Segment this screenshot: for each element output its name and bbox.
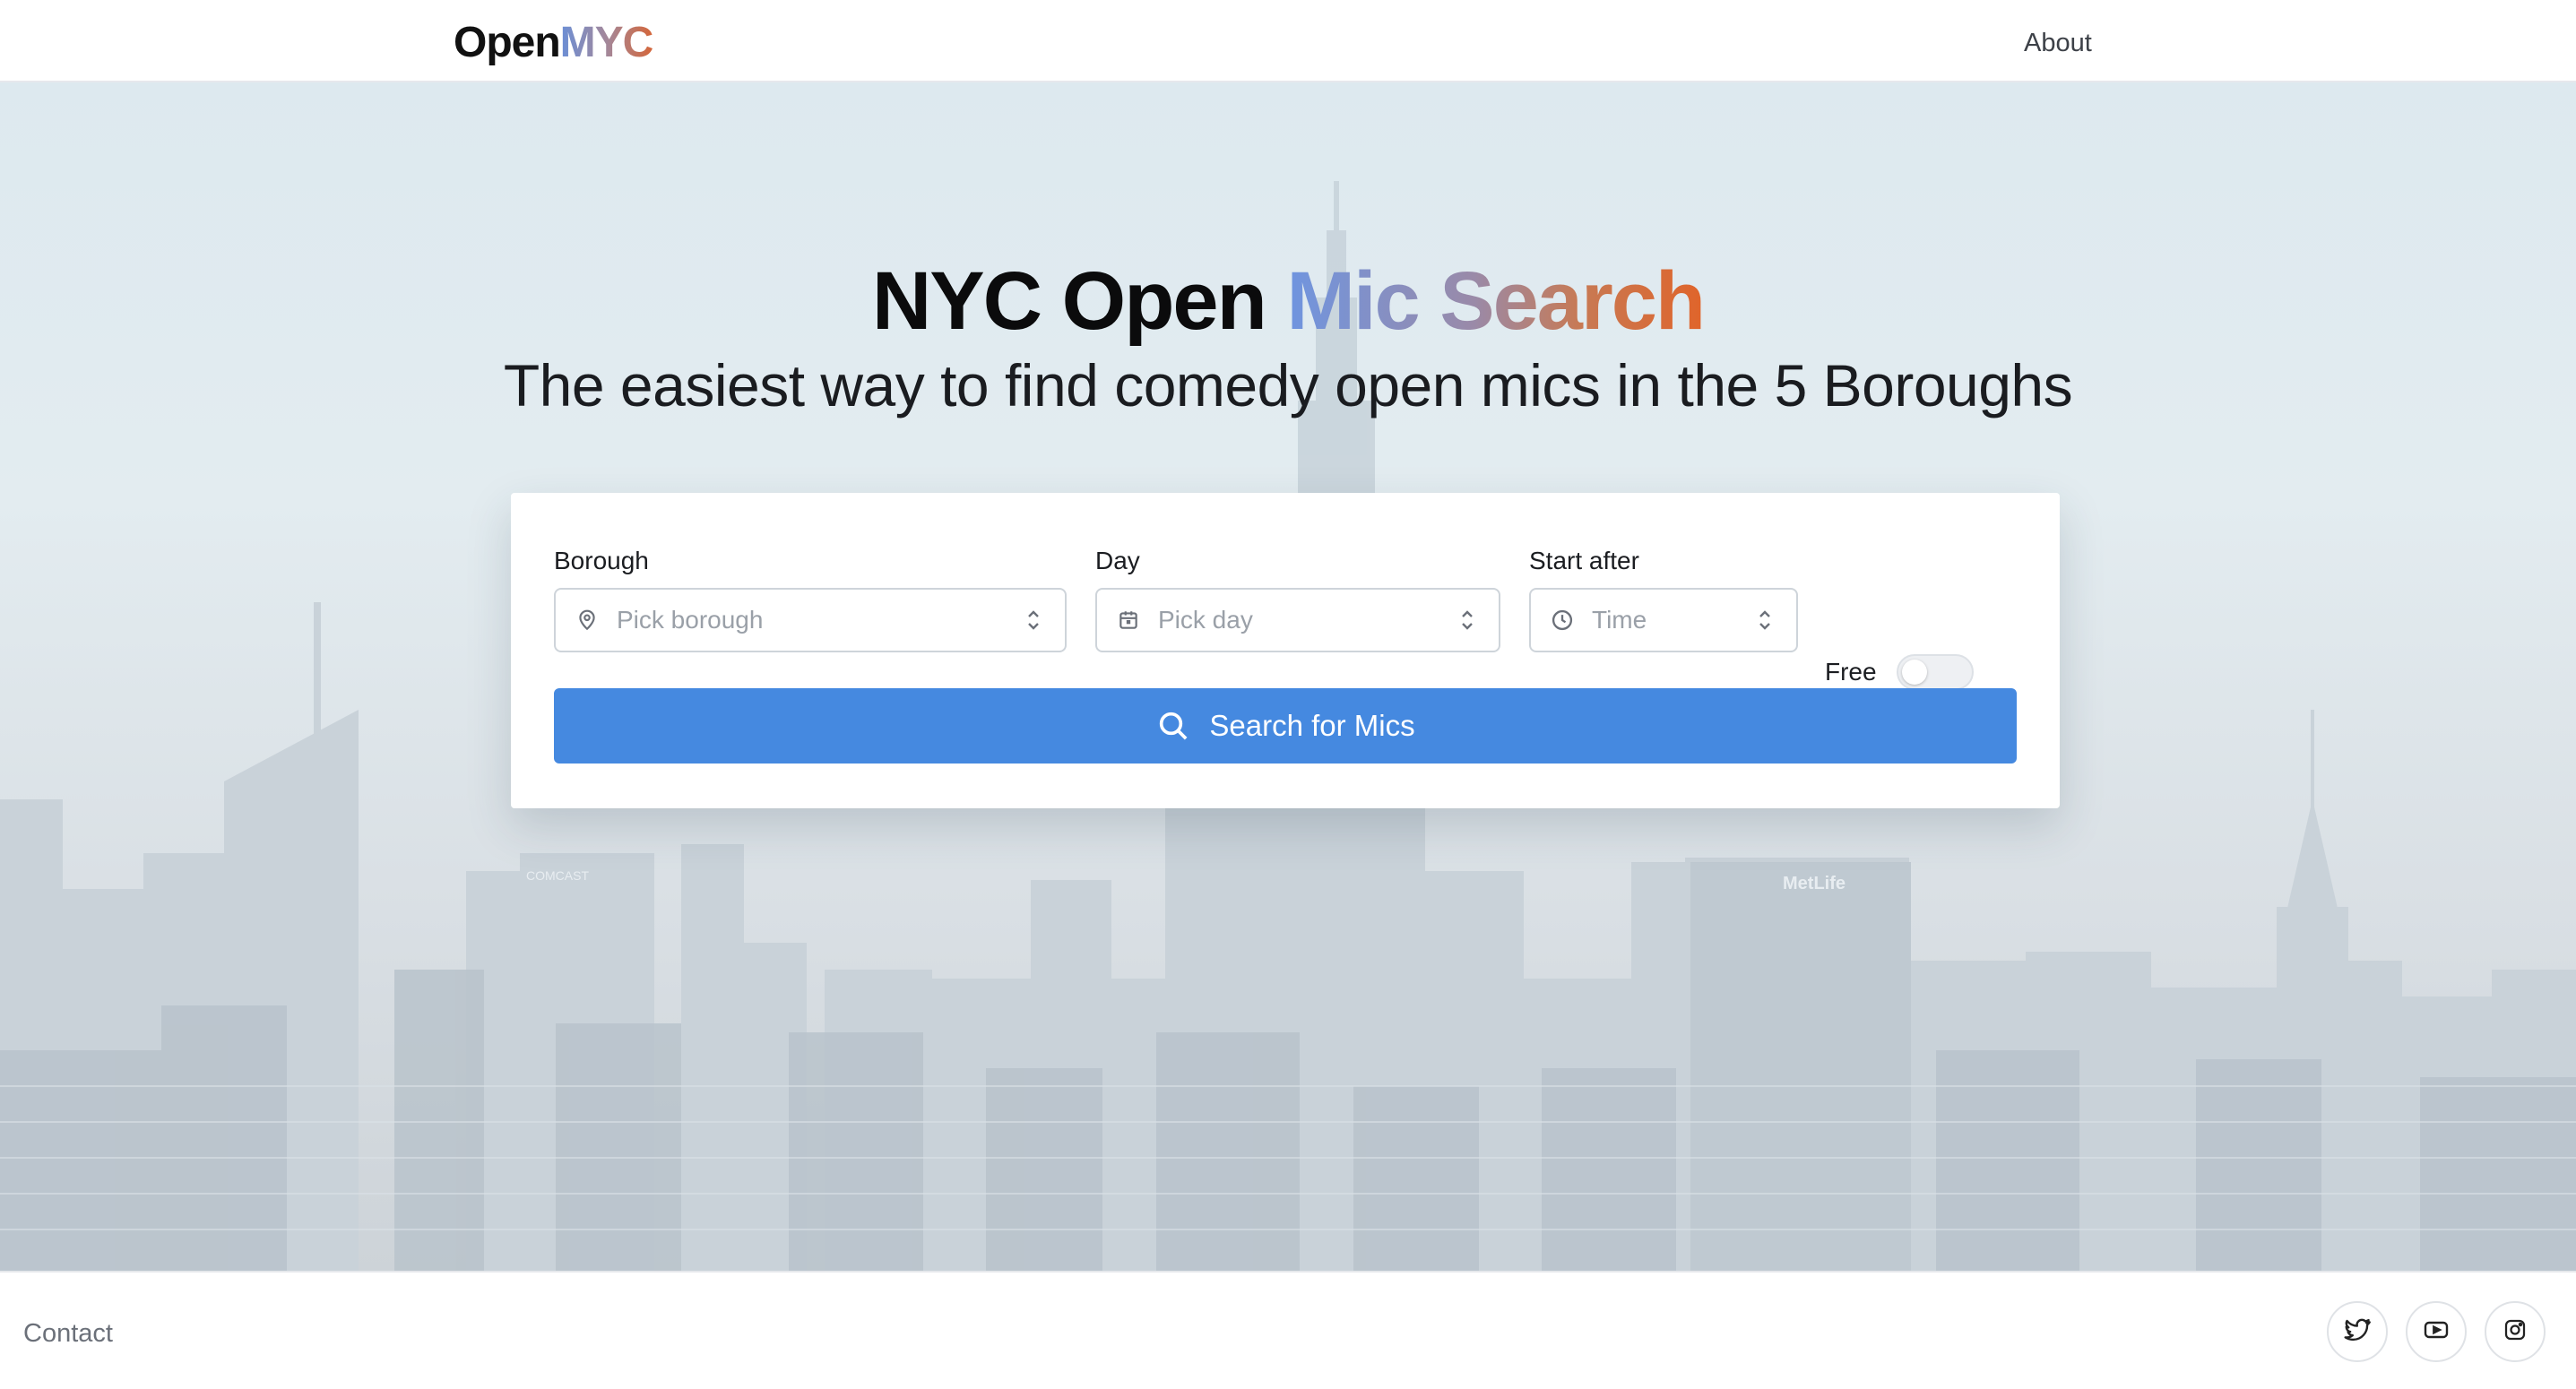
free-label: Free [1825, 658, 1877, 686]
twitter-icon [2343, 1316, 2372, 1349]
site-logo[interactable]: OpenMYC [454, 18, 653, 67]
contact-link[interactable]: Contact [23, 1319, 113, 1349]
hero-title-accent: Mic Search [1286, 255, 1706, 347]
hero-title: NYC Open Mic Search [0, 260, 2576, 342]
logo-prefix: Open [454, 19, 561, 66]
free-toggle[interactable] [1897, 654, 1974, 690]
nav-about-link[interactable]: About [2024, 29, 2092, 58]
day-select[interactable]: Pick day [1095, 588, 1500, 652]
search-icon [1155, 708, 1191, 744]
day-label: Day [1095, 547, 1140, 574]
chevron-updown-icon [1751, 607, 1778, 634]
logo-accent: MYC [559, 19, 654, 66]
footer: Contact [0, 1271, 2576, 1389]
start-after-placeholder: Time [1592, 606, 1647, 634]
chevron-updown-icon [1454, 607, 1481, 634]
search-card: Borough Pick borough Day Pick day Start … [511, 493, 2060, 808]
hero-subtitle: The easiest way to find comedy open mics… [503, 352, 2073, 418]
youtube-link[interactable] [2406, 1301, 2467, 1362]
start-after-label: Start after [1529, 547, 1639, 574]
hero-title-plain: NYC Open [871, 255, 1267, 347]
youtube-icon [2422, 1316, 2451, 1349]
map-pin-icon [574, 607, 601, 634]
instagram-link[interactable] [2485, 1301, 2546, 1362]
start-after-select[interactable]: Time [1529, 588, 1798, 652]
skyline-metlife-text: MetLife [1783, 874, 1846, 893]
hero-section: MetLife COMCAST NYC Open Mic Search The … [0, 82, 2576, 1271]
instagram-icon [2502, 1316, 2528, 1348]
borough-select[interactable]: Pick borough [554, 588, 1067, 652]
clock-icon [1549, 607, 1576, 634]
calendar-icon [1115, 607, 1142, 634]
search-button-label: Search for Mics [1209, 709, 1415, 742]
search-for-mics-button[interactable]: Search for Mics [554, 688, 2017, 764]
skyline-comcast-text: COMCAST [526, 868, 589, 883]
top-navbar: OpenMYC About [0, 0, 2576, 82]
borough-label: Borough [554, 547, 649, 574]
chevron-updown-icon [1020, 607, 1047, 634]
day-placeholder: Pick day [1158, 606, 1253, 634]
twitter-link[interactable] [2327, 1301, 2388, 1362]
borough-placeholder: Pick borough [617, 606, 764, 634]
toggle-knob [1902, 660, 1927, 685]
